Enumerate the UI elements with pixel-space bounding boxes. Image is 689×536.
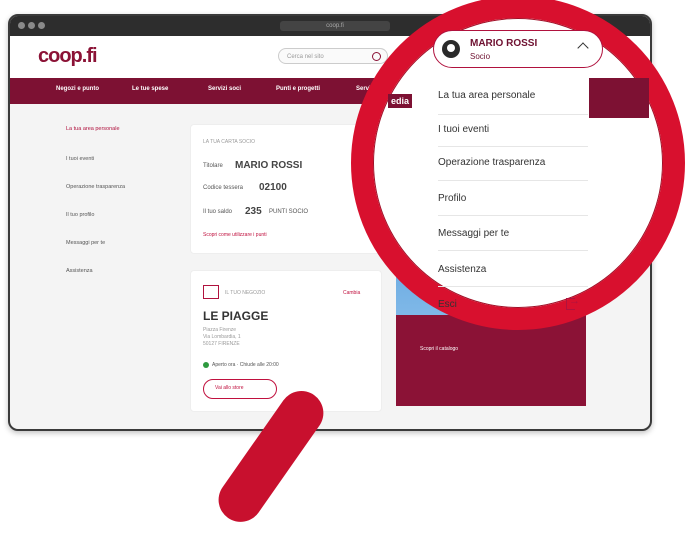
menu-divider [438, 250, 588, 251]
user-name: MARIO ROSSI [470, 38, 538, 49]
window-dot[interactable] [18, 22, 25, 29]
sidebar-item-assistenza[interactable]: Assistenza [66, 268, 93, 274]
menu-divider [438, 114, 588, 115]
store-name: LE PIAGGE [203, 309, 269, 323]
nav-item[interactable]: Punti e progetti [276, 86, 320, 92]
window-dot[interactable] [28, 22, 35, 29]
menu-divider [438, 215, 588, 216]
address-bar[interactable]: coop.fi [280, 21, 390, 31]
promo-link[interactable]: Scopri il catalogo [420, 346, 458, 352]
nav-item[interactable]: Negozi e punto [56, 86, 99, 92]
menu-item-profilo[interactable]: Profilo [438, 193, 466, 204]
store-address: 50127 FIRENZE [203, 341, 240, 347]
menu-item-area[interactable]: La tua area personale [438, 90, 535, 101]
menu-divider [438, 146, 588, 147]
search-input[interactable]: Cerca nel sito [278, 48, 388, 64]
codice-value: 02100 [259, 182, 287, 193]
open-status-dot [203, 362, 209, 368]
menu-item-eventi[interactable]: I tuoi eventi [438, 124, 489, 135]
menu-divider [438, 180, 588, 181]
nav-item[interactable]: Servizi soci [208, 86, 241, 92]
titolare-value: MARIO ROSSI [235, 160, 303, 171]
user-role: Socio [470, 52, 491, 61]
chevron-up-icon[interactable] [577, 42, 589, 54]
logo[interactable]: coop.fi [38, 45, 98, 68]
store-card: IL TUO NEGOZIO Cambia LE PIAGGE Piazza F… [190, 270, 382, 412]
menu-divider [438, 286, 588, 287]
store-address: Piazza Firenze [203, 327, 237, 333]
punti-link[interactable]: Scopri come utilizzare i punti [203, 232, 267, 238]
sidebar-item-profilo[interactable]: Il tuo profilo [66, 212, 94, 218]
nav-bar-zoomed [589, 78, 649, 118]
nav-item-zoomed[interactable]: edia [388, 94, 413, 108]
menu-item-trasparenza[interactable]: Operazione trasparenza [438, 157, 545, 168]
change-store-link[interactable]: Cambia [343, 290, 360, 296]
store-label: IL TUO NEGOZIO [225, 290, 266, 296]
saldo-value: 235 [245, 206, 262, 217]
store-address: Via Lombardia, 1 [203, 334, 241, 340]
menu-item-messaggi[interactable]: Messaggi per te [438, 228, 509, 239]
user-menu-toggle[interactable]: MARIO ROSSI Socio [433, 30, 603, 68]
search-placeholder: Cerca nel sito [287, 54, 324, 60]
codice-label: Codice tessera [203, 185, 244, 191]
saldo-label: Il tuo saldo [203, 209, 233, 215]
nav-item[interactable]: Le tue spese [132, 86, 168, 92]
titolare-label: Titolare [203, 163, 223, 169]
sidebar-item-trasparenza[interactable]: Operazione trasparenza [66, 184, 125, 190]
open-status: Aperto ora · Chiude alle 20:00 [212, 362, 279, 368]
logout-icon[interactable] [566, 295, 580, 310]
saldo-unit: PUNTI SOCIO [269, 209, 309, 215]
search-icon[interactable] [372, 52, 381, 61]
sidebar-item-area[interactable]: La tua area personale [66, 126, 120, 132]
menu-item-assistenza[interactable]: Assistenza [438, 264, 486, 275]
sidebar-item-messaggi[interactable]: Messaggi per te [66, 240, 105, 246]
avatar-icon [442, 40, 460, 58]
store-button-label[interactable]: Vai allo store [215, 385, 244, 391]
store-icon [203, 285, 219, 299]
sidebar-item-eventi[interactable]: I tuoi eventi [66, 156, 94, 162]
card-label: LA TUA CARTA SOCIO [203, 139, 255, 145]
menu-item-esci[interactable]: Esci [438, 299, 457, 310]
window-dot[interactable] [38, 22, 45, 29]
